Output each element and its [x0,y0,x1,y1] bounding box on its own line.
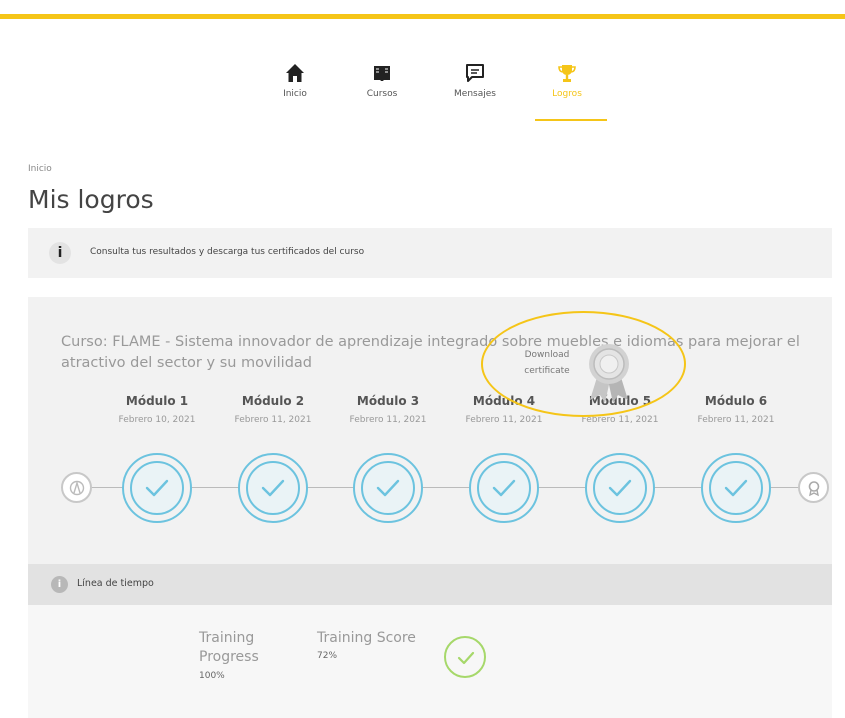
stats-section: Training Progress 100% Training Score 72… [28,605,832,718]
module-date: Febrero 10, 2021 [118,415,196,425]
timeline-start-node [61,472,92,503]
download-label-line2: certificate [524,366,570,376]
module-date: Febrero 11, 2021 [234,415,312,425]
top-accent-bar [0,14,845,19]
course-panel: Curso: FLAME - Sistema innovador de apre… [28,297,832,718]
module-3-complete-marker [353,453,423,523]
check-icon [376,479,400,497]
info-icon: i [51,576,68,593]
module-3: Módulo 3 Febrero 11, 2021 [338,394,438,425]
timeline-end-node [798,472,829,503]
trophy-icon [558,65,576,82]
training-progress-value: 100% [199,671,225,681]
nav-item-mensajes[interactable]: Mensajes [435,62,515,99]
timeline-bar[interactable]: i Línea de tiempo [28,564,832,605]
module-name: Módulo 6 [704,394,768,408]
award-icon [808,481,820,497]
check-icon [261,479,285,497]
course-title: Curso: FLAME - Sistema innovador de apre… [61,334,800,371]
module-1: Módulo 1 Febrero 10, 2021 [107,394,207,425]
start-flag-icon [69,480,85,496]
progress-label-line2: Progress [199,649,259,665]
nav-label-mensajes: Mensajes [454,89,496,99]
module-6: Módulo 6 Febrero 11, 2021 [686,394,786,425]
info-bar: i Consulta tus resultados y descarga tus… [28,228,832,278]
module-2-complete-marker [238,453,308,523]
timeline-label: Línea de tiempo [77,578,154,589]
check-icon [724,479,748,497]
nav-item-logros[interactable]: Logros [527,62,607,121]
progress-label-line1: Training [199,630,255,646]
breadcrumb[interactable]: Inicio [28,164,52,174]
module-date: Febrero 11, 2021 [465,415,543,425]
module-5-complete-marker [585,453,655,523]
book-icon [374,66,390,81]
module-4-complete-marker [469,453,539,523]
module-name: Módulo 3 [356,394,420,408]
info-icon: i [49,242,71,264]
check-icon [492,479,516,497]
award-ribbon-icon[interactable] [583,340,635,404]
nav-item-cursos[interactable]: Cursos [342,62,422,99]
module-1-complete-marker [122,453,192,523]
check-icon [145,479,169,497]
check-icon [608,479,632,497]
module-name: Módulo 1 [125,394,189,408]
page-title: Mis logros [28,185,154,214]
module-date: Febrero 11, 2021 [349,415,427,425]
score-check-marker [444,636,486,678]
info-text: Consulta tus resultados y descarga tus c… [90,247,365,257]
module-2: Módulo 2 Febrero 11, 2021 [223,394,323,425]
training-progress-label: Training Progress [199,629,259,667]
download-label-line1: Download [524,350,570,360]
nav-label-inicio: Inicio [283,89,307,99]
module-name: Módulo 2 [241,394,305,408]
message-icon [466,64,484,82]
training-score-value: 72% [317,651,338,661]
home-icon [286,64,304,82]
module-6-complete-marker [701,453,771,523]
training-score-label: Training Score [317,630,416,646]
download-certificate-link[interactable]: Download certificate [512,347,582,379]
nav-item-inicio[interactable]: Inicio [255,62,335,99]
nav-label-cursos: Cursos [366,89,398,99]
check-icon [457,651,475,665]
main-nav: Inicio Cursos Mensajes Logros [255,62,615,124]
nav-label-logros: Logros [552,89,582,99]
module-date: Febrero 11, 2021 [697,415,775,425]
